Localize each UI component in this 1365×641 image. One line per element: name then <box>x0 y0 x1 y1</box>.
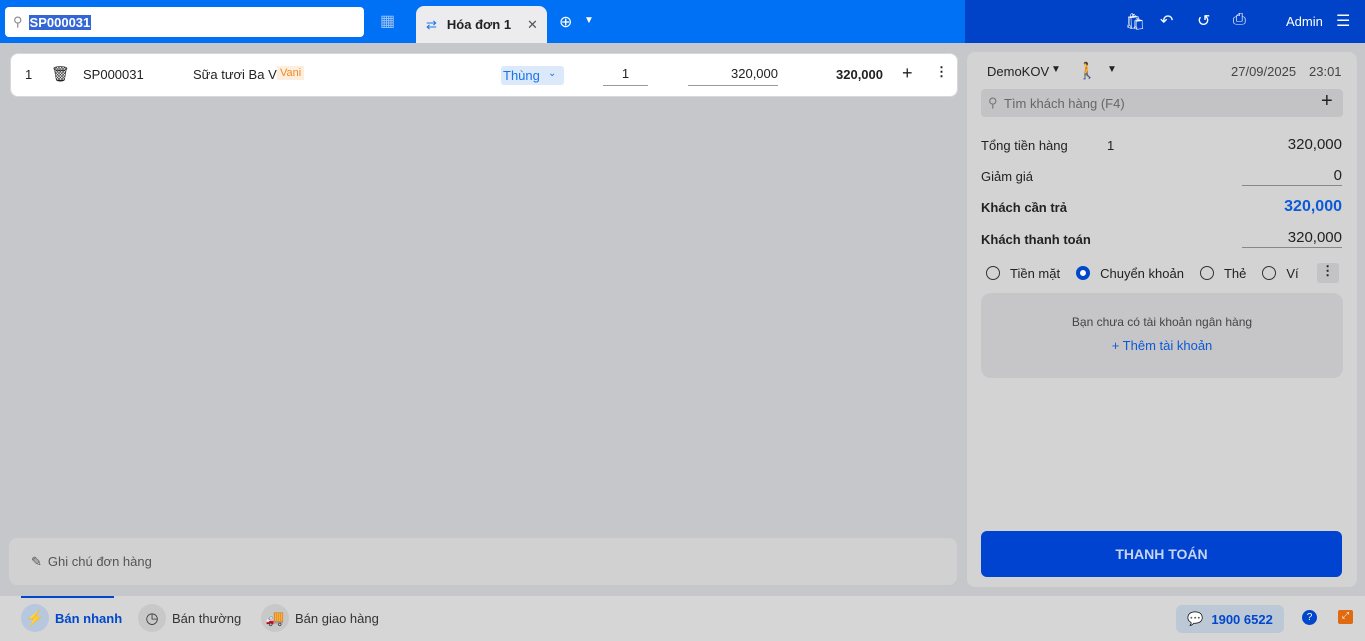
tab-ban-thuong[interactable]: ◷ Bán thường <box>138 604 241 632</box>
radio-card[interactable] <box>1199 266 1214 280</box>
bank-account-box: Bạn chưa có tài khoản ngân hàng + Thêm t… <box>981 293 1343 378</box>
pay-button[interactable]: THANH TOÁN <box>981 531 1342 577</box>
swap-icon: ⇄ <box>426 16 437 32</box>
more-methods-icon[interactable]: ⋮ <box>1316 263 1339 283</box>
product-code: SP000031 <box>83 67 144 82</box>
chevron-down-icon: ⌄ <box>548 68 557 79</box>
radio-wallet[interactable] <box>1262 266 1277 280</box>
time: 23:01 <box>1309 64 1342 79</box>
search-icon: ⚲ <box>13 14 23 29</box>
hotline-button[interactable]: 💬 1900 6522 <box>1176 605 1284 633</box>
radio-cash[interactable] <box>986 266 1000 280</box>
line-total: 320,000 <box>836 67 883 82</box>
unit-select[interactable]: Thùng ⌄ <box>501 66 564 85</box>
branch-select[interactable]: DemoKOV <box>987 64 1049 79</box>
walking-icon[interactable]: 🚶 <box>1077 61 1097 81</box>
chevron-down-icon[interactable]: ▼ <box>1107 64 1117 75</box>
bag-icon[interactable]: 🛍 <box>1125 12 1145 32</box>
barcode-icon[interactable]: ▦ <box>380 11 395 31</box>
add-account-link[interactable]: + Thêm tài khoản <box>981 338 1343 353</box>
chat-icon: 💬 <box>1187 611 1204 626</box>
order-note-input[interactable]: ✎ Ghi chú đơn hàng <box>9 538 957 585</box>
more-icon[interactable]: ⋮ <box>935 64 948 80</box>
feedback-icon[interactable]: ⤢ <box>1338 610 1353 624</box>
tab-invoice-1[interactable]: ⇄ Hóa đơn 1 ✕ <box>416 6 547 43</box>
add-tab-icon[interactable]: ⊕ <box>559 12 572 32</box>
tab-ban-nhanh[interactable]: ⚡ Bán nhanh <box>21 604 122 632</box>
row-index: 1 <box>25 67 33 82</box>
add-customer-icon: + <box>1321 90 1333 112</box>
clock-icon: ◷ <box>138 604 166 632</box>
trash-icon[interactable]: 🗑 <box>51 65 70 83</box>
pencil-icon: ✎ <box>31 553 42 569</box>
refresh-icon[interactable]: ↺ <box>1197 11 1210 31</box>
tab-ban-giao-hang[interactable]: 🚚 Bán giao hàng <box>261 604 379 632</box>
checkout-panel: DemoKOV ▼ 🚶 ▼ 27/09/2025 23:01 ⚲ Tìm khá… <box>967 52 1357 587</box>
close-icon[interactable]: ✕ <box>527 17 538 33</box>
quantity-input[interactable]: 1 <box>603 66 648 86</box>
variant-badge: Vani <box>277 66 305 80</box>
user-name[interactable]: Admin <box>1286 14 1323 29</box>
radio-transfer[interactable] <box>1076 266 1091 280</box>
chevron-down-icon[interactable]: ▼ <box>1051 64 1061 75</box>
table-row: 1 🗑 SP000031 Sữa tươi Ba Vì Vani Thùng ⌄ … <box>10 53 958 97</box>
chevron-down-icon[interactable]: ▼ <box>584 15 594 26</box>
paid-input[interactable]: 320,000 <box>1242 229 1342 248</box>
product-search-input[interactable]: ⚲ SP000031 <box>5 7 364 37</box>
price-input[interactable]: 320,000 <box>688 66 778 86</box>
lightning-icon: ⚡ <box>21 604 49 632</box>
truck-icon: 🚚 <box>261 604 289 632</box>
date: 27/09/2025 <box>1231 64 1297 79</box>
search-icon: ⚲ <box>988 95 998 110</box>
menu-icon[interactable]: ☰ <box>1336 11 1350 31</box>
plus-icon[interactable]: + <box>902 63 913 84</box>
help-icon[interactable]: ? <box>1302 610 1317 625</box>
product-name: Sữa tươi Ba Vì <box>193 67 281 82</box>
discount-input[interactable]: 0 <box>1242 167 1342 186</box>
undo-icon[interactable]: ↶ <box>1160 11 1173 31</box>
bottom-bar: ⚡ Bán nhanh ◷ Bán thường 🚚 Bán giao hàng 💬 1… <box>0 596 1365 641</box>
print-icon[interactable]: ⎙ <box>1233 11 1246 29</box>
customer-search-input[interactable]: ⚲ Tìm khách hàng (F4) + <box>981 89 1343 117</box>
